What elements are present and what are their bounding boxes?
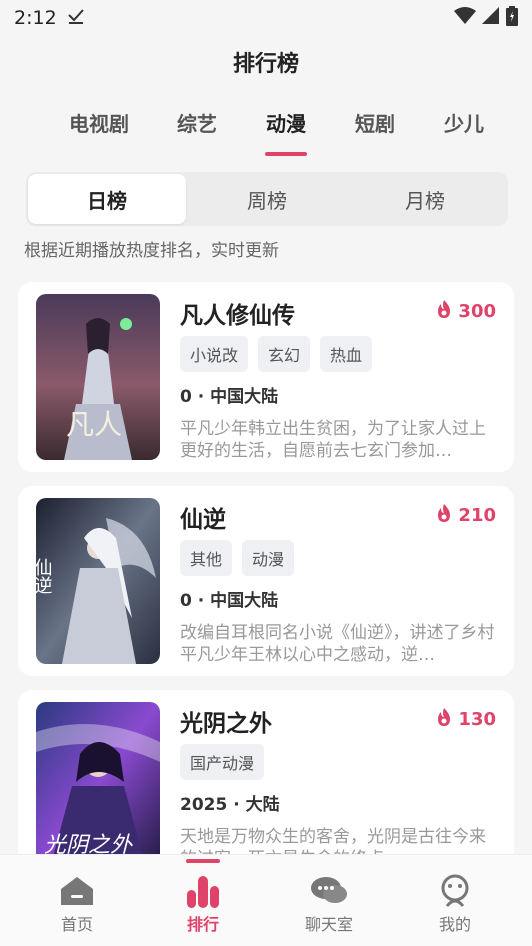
period-weekly[interactable]: 周榜 [188, 174, 346, 224]
ranking-icon [158, 871, 248, 911]
flame-icon [436, 300, 452, 323]
item-description: 改编自耳根同名小说《仙逆》，讲述了乡村平凡少年王林以心中之感动，逆… [180, 623, 495, 665]
ranking-hint: 根据近期播放热度排名，实时更新 [24, 241, 279, 261]
nav-home[interactable]: 首页 [32, 871, 122, 935]
item-description: 平凡少年韩立出生贫困，为了让家人过上更好的生活，自愿前去七玄门参加… [180, 419, 486, 461]
category-tabs: 电视剧 综艺 动漫 短剧 少儿 [0, 108, 532, 158]
wifi-icon [454, 6, 476, 30]
heat-score: 210 [436, 504, 496, 527]
tag-list: 其他 动漫 [180, 540, 295, 576]
heat-value: 130 [458, 709, 496, 730]
poster-image: 光阴之外 [36, 702, 160, 868]
poster-image: 凡人 [36, 294, 160, 460]
period-selector: 日榜 周榜 月榜 [26, 172, 508, 226]
tag[interactable]: 其他 [180, 540, 233, 576]
download-done-icon [67, 7, 85, 30]
battery-icon [506, 5, 518, 31]
poster-title: 凡人 [66, 408, 122, 441]
item-title: 凡人修仙传 [180, 303, 295, 329]
nav-label: 排行 [186, 915, 219, 934]
item-title: 仙逆 [180, 507, 226, 533]
period-monthly[interactable]: 月榜 [346, 174, 504, 224]
status-time: 2:12 [14, 7, 57, 29]
heat-value: 210 [458, 505, 496, 526]
tab-anime[interactable]: 动漫 [250, 108, 322, 137]
bottom-navigation: 首页 排行 聊天室 我的 [0, 854, 532, 946]
tab-variety[interactable]: 综艺 [161, 108, 233, 137]
active-tab-indicator [265, 152, 307, 156]
item-title: 光阴之外 [180, 711, 272, 737]
ranking-card[interactable]: 仙逆 仙逆 210 其他 动漫 0 · 中国大陆 改编自耳根同名小说《仙逆》，讲… [18, 486, 514, 676]
heat-score: 300 [436, 300, 496, 323]
nav-label: 首页 [60, 915, 93, 934]
tab-short-drama[interactable]: 短剧 [339, 108, 411, 137]
item-meta: 0 · 中国大陆 [180, 387, 279, 407]
ranking-card[interactable]: 光阴之外 光阴之外 130 国产动漫 2025 · 大陆 天地是万物众生的客舍，… [18, 690, 514, 880]
tag-list: 小说改 玄幻 热血 [180, 336, 373, 372]
nav-label: 聊天室 [304, 915, 353, 934]
ranking-card[interactable]: 凡人 凡人修仙传 300 小说改 玄幻 热血 0 · 中国大陆 平凡少年韩立出生… [18, 282, 514, 472]
tag[interactable]: 热血 [320, 336, 373, 372]
nav-chatroom[interactable]: 聊天室 [284, 871, 374, 935]
signal-icon [482, 6, 500, 30]
nav-label: 我的 [438, 915, 471, 934]
page-title: 排行榜 [232, 52, 299, 77]
poster-image: 仙逆 [36, 498, 160, 664]
poster-title: 仙逆 [36, 558, 53, 594]
tag[interactable]: 小说改 [180, 336, 249, 372]
chat-icon [284, 871, 374, 911]
heat-value: 300 [458, 301, 496, 322]
profile-icon [410, 871, 500, 911]
nav-profile[interactable]: 我的 [410, 871, 500, 935]
period-daily[interactable]: 日榜 [28, 174, 186, 224]
tab-tv-series[interactable]: 电视剧 [63, 108, 135, 137]
tag-list: 国产动漫 [180, 744, 265, 780]
flame-icon [436, 708, 452, 731]
flame-icon [436, 504, 452, 527]
tag[interactable]: 玄幻 [258, 336, 311, 372]
nav-active-indicator [186, 859, 220, 863]
nav-ranking[interactable]: 排行 [158, 871, 248, 935]
tag[interactable]: 国产动漫 [180, 744, 265, 780]
item-meta: 0 · 中国大陆 [180, 591, 279, 611]
home-icon [32, 871, 122, 911]
status-bar: 2:12 [0, 0, 532, 36]
tag[interactable]: 动漫 [242, 540, 295, 576]
tab-kids[interactable]: 少儿 [428, 108, 500, 137]
heat-score: 130 [436, 708, 496, 731]
item-meta: 2025 · 大陆 [180, 795, 280, 815]
